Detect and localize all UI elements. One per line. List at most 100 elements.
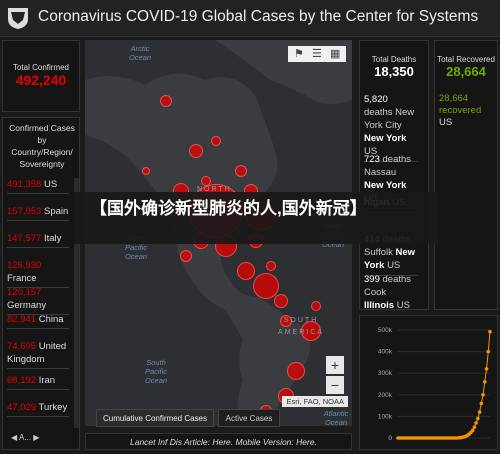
pager-next-icon[interactable]: ▶ xyxy=(33,433,39,442)
list-icon[interactable]: ☰ xyxy=(312,47,322,60)
chart-y-tick: 200k xyxy=(378,392,393,399)
chart-point[interactable] xyxy=(474,421,478,425)
map-attribution[interactable]: Esri, FAO, NOAA xyxy=(282,396,348,407)
chart-point[interactable] xyxy=(470,428,475,433)
footer-text[interactable]: Lancet Inf Dis Article: Here. Mobile Ver… xyxy=(130,437,317,447)
chart-point[interactable] xyxy=(472,425,477,429)
chart-point[interactable] xyxy=(488,329,492,334)
ocean-label: Arctic Ocean xyxy=(128,44,152,62)
country-confirmed-count: 120,157 xyxy=(7,287,42,298)
chart-point[interactable] xyxy=(481,393,485,397)
case-bubble[interactable] xyxy=(211,136,221,146)
country-row[interactable]: 82,941 China xyxy=(7,313,69,329)
country-name: France xyxy=(7,273,37,284)
country-row[interactable]: 74,605 United Kingdom xyxy=(7,340,69,369)
country-name: Spain xyxy=(43,206,69,217)
chart-point[interactable] xyxy=(476,416,480,421)
country-row[interactable]: 491,358 US xyxy=(7,178,69,194)
country-row[interactable]: 120,157 Germany xyxy=(7,286,69,315)
death-state: Illinois xyxy=(364,300,395,311)
zoom-in-button[interactable]: + xyxy=(326,356,344,374)
death-location-row[interactable]: 399 deaths Cook Illinois US xyxy=(364,273,418,316)
country-confirmed-count: 491,358 xyxy=(7,179,42,190)
country-row[interactable]: 47,029 Turkey xyxy=(7,401,69,417)
death-country: US xyxy=(387,260,401,271)
zoom-out-button[interactable]: − xyxy=(326,376,344,394)
country-row[interactable]: 157,053 Spain xyxy=(7,205,69,221)
country-name: Iran xyxy=(38,375,56,386)
page-title: Coronavirus COVID-19 Global Cases by the… xyxy=(38,8,479,25)
basemap-gallery-icon[interactable]: ▦ xyxy=(330,47,340,60)
country-confirmed-count: 82,941 xyxy=(7,314,37,325)
total-confirmed-label: Total Confirmed xyxy=(12,63,70,72)
bookmark-icon[interactable]: ⚑ xyxy=(294,47,304,60)
country-row[interactable]: 147,577 Italy xyxy=(7,232,69,248)
continent-label: SOUTH AMERICA xyxy=(278,317,324,336)
country-confirmed-count: 125,930 xyxy=(7,260,42,271)
overlay-text: 【国外确诊新型肺炎的人,国外新冠】 xyxy=(90,199,367,218)
death-count: 5,820 xyxy=(364,94,388,105)
ocean-label: South Pacific Ocean xyxy=(144,358,168,385)
country-row[interactable]: 68,192 Iran xyxy=(7,374,69,390)
chart-point[interactable] xyxy=(482,380,487,384)
case-bubble[interactable] xyxy=(287,362,305,380)
death-state: New York xyxy=(364,180,407,191)
total-confirmed-panel: Total Confirmed 492,240 xyxy=(2,40,80,112)
death-count: 399 xyxy=(364,274,380,285)
case-bubble[interactable] xyxy=(160,95,172,107)
death-location-row[interactable]: 5,820 deaths New York City New York US xyxy=(364,93,418,162)
total-deaths-label: Total Deaths xyxy=(371,55,417,64)
chart-y-tick: 500k xyxy=(378,327,393,334)
death-state: New York xyxy=(364,133,407,144)
total-recovered-value: 28,664 xyxy=(446,64,486,79)
recovered-item[interactable]: 28,664 recovered US xyxy=(439,93,493,129)
chart-y-tick: 300k xyxy=(378,370,393,377)
tab-active-cases[interactable]: Active Cases xyxy=(218,409,280,427)
case-bubble[interactable] xyxy=(311,301,321,311)
total-deaths-value: 18,350 xyxy=(374,64,414,79)
recovered-panel: Total Recovered 28,664 28,664 recovered … xyxy=(434,40,498,310)
jhu-shield-icon xyxy=(8,8,28,29)
country-confirmed-count: 47,029 xyxy=(7,402,37,413)
footer-bar: Lancet Inf Dis Article: Here. Mobile Ver… xyxy=(85,433,352,450)
chart-y-tick: 100k xyxy=(378,413,393,420)
death-location: deaths New York City xyxy=(364,107,415,131)
country-confirmed-count: 74,605 xyxy=(7,341,37,352)
deaths-panel: Total Deaths 18,350 5,820 deaths New Yor… xyxy=(359,40,429,316)
chart-y-tick: 400k xyxy=(378,349,393,356)
pager-prev-icon[interactable]: ◀ xyxy=(11,433,17,442)
country-name: Italy xyxy=(43,233,62,244)
country-list-heading: Confirmed Cases by Country/Region/ Sover… xyxy=(9,123,75,169)
tab-cumulative-confirmed[interactable]: Cumulative Confirmed Cases xyxy=(96,409,214,427)
country-confirmed-count: 157,053 xyxy=(7,206,42,217)
country-confirmed-count: 147,577 xyxy=(7,233,42,244)
map-toolbar: ⚑ ☰ ▦ xyxy=(288,46,346,62)
country-list-panel: Confirmed Cases by Country/Region/ Sover… xyxy=(2,117,80,450)
total-recovered-label: Total Recovered xyxy=(437,55,495,64)
country-list-pager[interactable]: ◀ A... ▶ xyxy=(11,433,39,442)
case-bubble[interactable] xyxy=(201,176,211,186)
case-bubble[interactable] xyxy=(189,144,203,158)
case-bubble[interactable] xyxy=(142,167,150,175)
country-confirmed-count: 68,192 xyxy=(7,375,37,386)
chart-point[interactable] xyxy=(479,401,484,406)
death-country: US xyxy=(396,300,410,311)
case-bubble[interactable] xyxy=(237,262,255,280)
case-bubble[interactable] xyxy=(235,165,247,177)
chart-point[interactable] xyxy=(477,410,482,414)
chart-y-tick: 0 xyxy=(388,435,392,442)
growth-chart-panel: 500k 400k 300k 200k 100k 0 xyxy=(359,315,498,450)
chart-point[interactable] xyxy=(486,349,491,354)
growth-chart: 500k 400k 300k 200k 100k 0 xyxy=(378,327,492,442)
case-bubble[interactable] xyxy=(266,261,276,271)
country-name: US xyxy=(43,179,58,190)
country-name: Turkey xyxy=(38,402,68,413)
death-count: 723 xyxy=(364,154,380,165)
country-name: Germany xyxy=(7,300,47,311)
country-row[interactable]: 125,930 France xyxy=(7,259,69,288)
case-bubble[interactable] xyxy=(274,294,288,308)
country-name: China xyxy=(38,314,64,325)
chart-point[interactable] xyxy=(484,367,489,371)
case-bubble[interactable] xyxy=(180,250,192,262)
app-header: Coronavirus COVID-19 Global Cases by the… xyxy=(0,0,500,37)
